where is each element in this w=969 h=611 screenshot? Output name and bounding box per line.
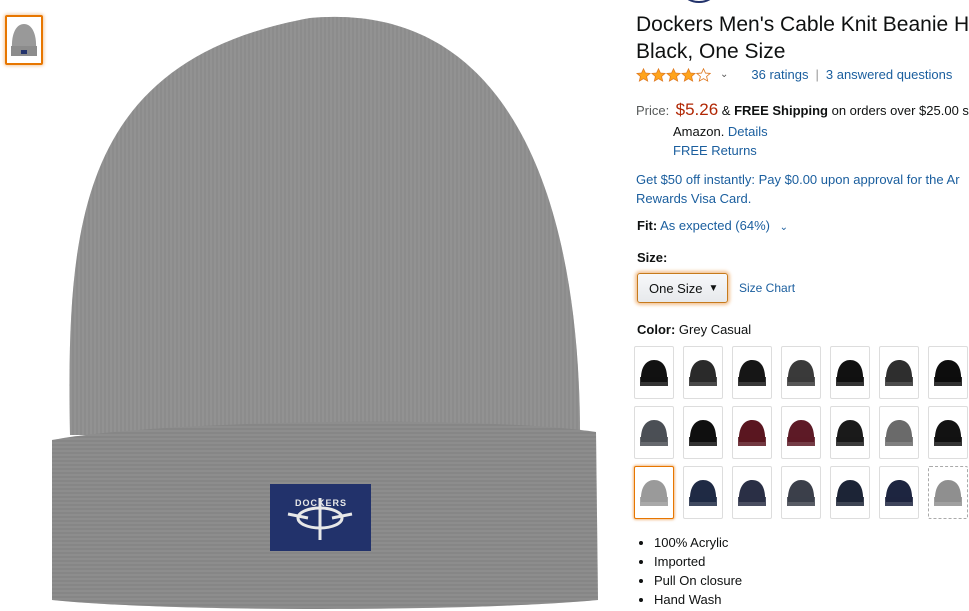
star-empty-icon	[696, 67, 711, 82]
star-rating[interactable]	[636, 67, 711, 82]
svg-text:DOCKERS: DOCKERS	[295, 498, 347, 508]
size-dropdown[interactable]: One Size ▼	[637, 273, 728, 303]
beanie-swatch-icon	[787, 479, 815, 506]
color-swatch[interactable]	[830, 346, 870, 399]
color-swatch[interactable]	[830, 406, 870, 459]
price-label: Price:	[636, 103, 670, 118]
color-swatch[interactable]	[634, 406, 674, 459]
promo-line1[interactable]: Get $50 off instantly: Pay $0.00 upon ap…	[636, 170, 960, 189]
orders-over-text: on orders over $25.00 sh	[831, 103, 969, 118]
price-row: Price: $5.26 & FREE Shipping on orders o…	[636, 100, 969, 120]
chevron-down-icon[interactable]: ⌄	[780, 222, 788, 233]
beanie-swatch-icon	[934, 419, 962, 446]
color-swatch[interactable]	[732, 406, 772, 459]
color-swatch[interactable]	[879, 346, 919, 399]
color-swatch[interactable]	[683, 466, 723, 519]
color-swatch[interactable]	[781, 406, 821, 459]
fit-row: Fit: As expected (64%) ⌄	[637, 218, 788, 233]
thumbnail-rail	[5, 15, 43, 65]
size-label: Size:	[637, 250, 668, 265]
promo-link[interactable]: Get $50 off instantly: Pay $0.00 upon ap…	[636, 170, 960, 208]
price-amount: $5.26	[675, 100, 719, 119]
color-swatch[interactable]	[928, 346, 968, 399]
color-swatch[interactable]	[781, 466, 821, 519]
beanie-swatch-icon	[885, 419, 913, 446]
size-selected-value: One Size	[649, 280, 703, 296]
beanie-swatch-icon	[689, 419, 717, 446]
beanie-swatch-icon	[934, 359, 962, 386]
beanie-swatch-icon	[885, 359, 913, 386]
star-full-icon	[681, 67, 696, 82]
product-title: Dockers Men's Cable Knit Beanie Ha Black…	[636, 11, 969, 65]
color-label: Color: Grey Casual	[637, 322, 751, 337]
product-title-line2: Black, One Size	[636, 40, 786, 63]
beanie-swatch-icon	[836, 419, 864, 446]
star-full-icon	[636, 67, 651, 82]
chevron-down-icon: ▼	[708, 282, 719, 294]
free-shipping-text: FREE Shipping	[734, 103, 828, 118]
amazon-text: Amazon.	[673, 124, 728, 139]
beanie-swatch-icon	[640, 419, 668, 446]
star-full-icon	[666, 67, 681, 82]
ratings-link[interactable]: 36 ratings	[751, 67, 808, 82]
feature-bullet: Imported	[654, 552, 742, 571]
rating-row: ⌄ 36 ratings | 3 answered questions	[636, 67, 952, 82]
star-full-icon	[651, 67, 666, 82]
chevron-down-icon[interactable]: ⌄	[720, 69, 728, 80]
color-swatch[interactable]	[634, 466, 674, 519]
feature-bullet: 100% Acrylic	[654, 533, 742, 552]
color-label-text: Color:	[637, 322, 676, 337]
price-amp: &	[721, 103, 735, 118]
color-swatch[interactable]	[732, 346, 772, 399]
feature-bullet: Pull On closure	[654, 571, 742, 590]
color-swatch[interactable]	[928, 466, 968, 519]
product-title-line1: Dockers Men's Cable Knit Beanie Ha	[636, 13, 969, 36]
color-swatch[interactable]	[928, 406, 968, 459]
beanie-swatch-icon	[738, 419, 766, 446]
brand-logo[interactable]	[684, 0, 714, 5]
beanie-swatch-icon	[836, 479, 864, 506]
color-swatch[interactable]	[732, 466, 772, 519]
color-swatch-grid	[634, 346, 968, 519]
price-details: Amazon. Details FREE Returns	[673, 122, 768, 160]
free-returns-link[interactable]: FREE Returns	[673, 143, 757, 158]
beanie-swatch-icon	[738, 479, 766, 506]
separator: |	[815, 67, 819, 82]
color-swatch[interactable]	[781, 346, 821, 399]
beanie-swatch-icon	[738, 359, 766, 386]
thumbnail-selected[interactable]	[5, 15, 43, 65]
answered-questions-link[interactable]: 3 answered questions	[826, 67, 952, 82]
fit-value-link[interactable]: As expected (64%)	[660, 218, 770, 233]
size-chart-link[interactable]: Size Chart	[739, 281, 795, 295]
beanie-swatch-icon	[640, 359, 668, 386]
color-swatch[interactable]	[879, 466, 919, 519]
color-swatch[interactable]	[683, 406, 723, 459]
beanie-swatch-icon	[787, 419, 815, 446]
feature-bullet: Hand Wash	[654, 590, 742, 609]
beanie-thumb-icon	[11, 24, 37, 56]
beanie-swatch-icon	[934, 479, 962, 506]
color-swatch[interactable]	[879, 406, 919, 459]
details-link[interactable]: Details	[728, 124, 768, 139]
promo-line2[interactable]: Rewards Visa Card.	[636, 189, 960, 208]
beanie-swatch-icon	[836, 359, 864, 386]
beanie-swatch-icon	[689, 479, 717, 506]
beanie-swatch-icon	[885, 479, 913, 506]
main-product-image[interactable]: DOCKERS	[40, 0, 610, 611]
fit-label: Fit:	[637, 218, 658, 233]
feature-bullets: 100% Acrylic Imported Pull On closure Ha…	[637, 533, 742, 609]
beanie-swatch-icon	[787, 359, 815, 386]
color-swatch[interactable]	[634, 346, 674, 399]
color-value: Grey Casual	[678, 322, 752, 337]
color-swatch[interactable]	[830, 466, 870, 519]
beanie-swatch-icon	[689, 359, 717, 386]
beanie-swatch-icon	[640, 479, 668, 506]
color-swatch[interactable]	[683, 346, 723, 399]
